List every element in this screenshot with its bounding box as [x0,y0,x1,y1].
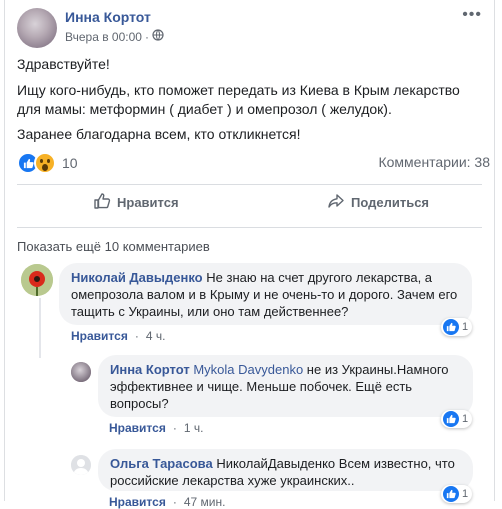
comment-reactions-count: 1 [462,488,469,500]
separator-dot: · [172,421,177,435]
comment-meta: Нравится · 1 ч. [109,421,203,435]
divider [17,184,482,185]
globe-icon [152,29,164,44]
comment-time[interactable]: 1 ч. [184,421,204,435]
comment-like-link[interactable]: Нравится [109,421,166,435]
comment-bubble: Инна Кортот Mykola Davydenko не из Украи… [98,355,473,417]
separator-dot: · [144,29,149,44]
comment-reactions-count: 1 [462,413,469,425]
comment-meta: Нравится · 4 ч. [71,329,165,343]
comment-time[interactable]: 4 ч. [146,329,166,343]
like-reaction-icon [443,319,459,335]
commenter-avatar[interactable] [21,264,53,296]
share-icon [327,192,345,213]
separator-dot: · [172,495,177,509]
like-reaction-icon [443,411,459,427]
thread-line [39,298,41,358]
show-more-comments-link[interactable]: Показать ещё 10 комментариев [17,239,210,254]
like-reaction-icon [443,486,459,502]
comment-like-link[interactable]: Нравится [109,495,166,509]
comment-reactions-badge[interactable]: 1 [441,485,473,503]
comments-count[interactable]: Комментарии: 38 [378,154,490,170]
comment-bubble: Ольга Тарасова НиколайДавыденко Всем изв… [98,449,473,491]
comment-like-link[interactable]: Нравится [71,329,128,343]
post-meta: Вчера в 00:00 · [65,29,164,44]
post-greeting: Здравствуйте! [17,56,110,72]
like-button[interactable]: Нравится [93,192,179,213]
author-avatar[interactable] [17,8,57,48]
separator-dot: · [134,329,139,343]
post-time[interactable]: Вчера в 00:00 [65,30,142,44]
post-author[interactable]: Инна Кортот [65,9,151,25]
post-thanks: Заранее благодарна всем, кто откликнется… [17,126,301,142]
more-icon[interactable]: ••• [462,6,482,24]
commenter-avatar[interactable] [71,362,91,382]
share-button-label: Поделиться [351,195,430,210]
post-card: Инна Кортот Вчера в 00:00 · ••• Здравств… [4,0,495,509]
thumbs-up-icon [93,192,111,213]
like-button-label: Нравится [117,195,179,210]
comment-reactions-count: 1 [462,321,469,333]
reactions-count: 10 [62,155,78,171]
reactions-summary[interactable]: 10 [17,152,78,174]
comment-bubble: Николай Давыденко Не знаю на счет другог… [59,263,472,325]
mention-tag[interactable]: Mykola Davydenko [193,362,303,377]
comment-reactions-badge[interactable]: 1 [441,318,473,336]
comment-reactions-badge[interactable]: 1 [441,410,473,428]
comment-author[interactable]: Николай Давыденко [71,270,203,285]
divider [17,227,482,228]
comment-author[interactable]: Ольга Тарасова [110,456,213,471]
comment-meta: Нравится · 47 мин. [109,495,225,509]
post-body: Ищу кого-нибудь, кто поможет передать из… [17,82,460,117]
wow-reaction-icon [34,152,56,174]
comment-time[interactable]: 47 мин. [184,495,226,509]
share-button[interactable]: Поделиться [327,192,429,213]
default-avatar-icon[interactable] [71,455,91,475]
comment-author[interactable]: Инна Кортот [110,362,190,377]
